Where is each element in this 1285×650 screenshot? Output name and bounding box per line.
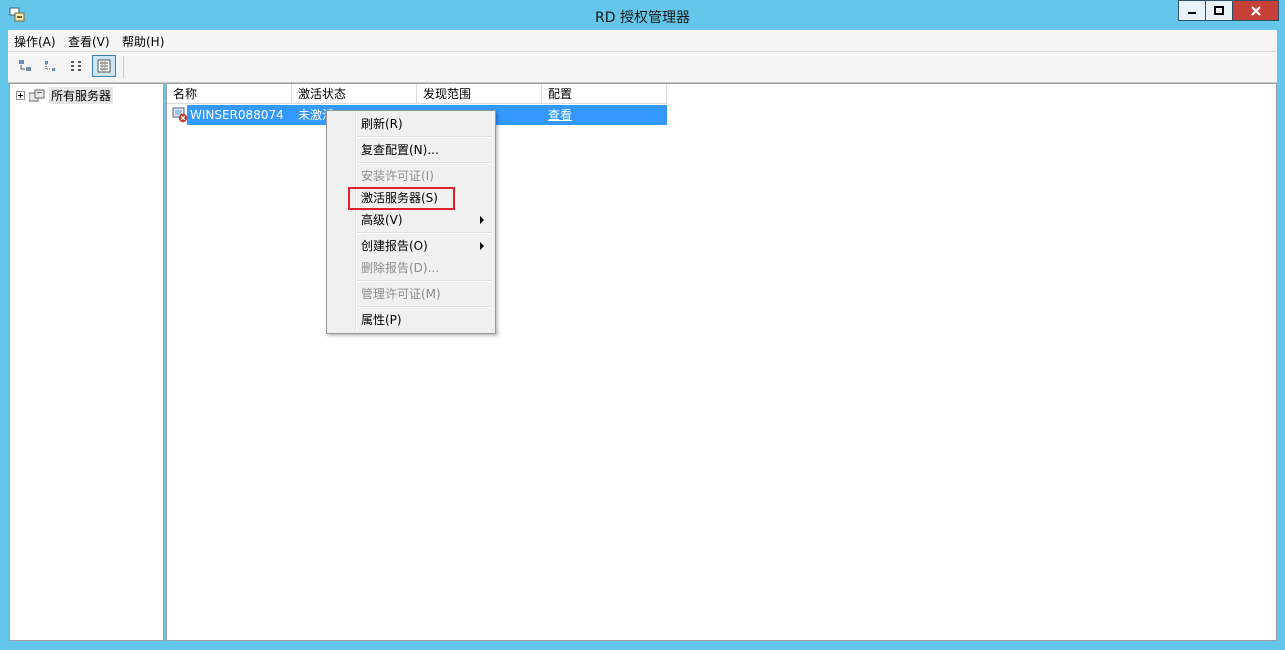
cell-server-name: WINSER088074 bbox=[190, 108, 284, 122]
menu-item-create-report[interactable]: 创建报告(O) bbox=[361, 236, 428, 256]
menu-bar: 操作(A) 查看(V) 帮助(H) bbox=[8, 30, 1277, 52]
small-icons-view-button[interactable] bbox=[40, 55, 62, 77]
config-view-link[interactable]: 查看 bbox=[548, 105, 572, 125]
column-header-scope[interactable]: 发现范围 bbox=[417, 84, 542, 104]
large-icons-view-button[interactable] bbox=[14, 55, 36, 77]
server-error-icon bbox=[172, 107, 188, 123]
column-header-status[interactable]: 激活状态 bbox=[292, 84, 417, 104]
maximize-icon bbox=[1214, 5, 1224, 15]
menu-view[interactable]: 查看(V) bbox=[68, 33, 110, 50]
tree-pane: 所有服务器 bbox=[9, 83, 164, 641]
menu-separator bbox=[357, 232, 492, 234]
menu-help[interactable]: 帮助(H) bbox=[122, 33, 164, 50]
menu-action[interactable]: 操作(A) bbox=[14, 33, 56, 50]
close-icon bbox=[1250, 5, 1261, 16]
expand-icon[interactable] bbox=[16, 91, 25, 100]
menu-separator bbox=[357, 280, 492, 282]
window-title: RD 授权管理器 bbox=[595, 10, 690, 26]
menu-item-refresh[interactable]: 刷新(R) bbox=[361, 114, 403, 134]
maximize-button[interactable] bbox=[1206, 0, 1233, 21]
menu-separator bbox=[357, 162, 492, 164]
menu-item-advanced[interactable]: 高级(V) bbox=[361, 210, 403, 230]
minimize-icon bbox=[1188, 11, 1196, 14]
details-view-button[interactable] bbox=[92, 55, 116, 77]
menu-item-properties[interactable]: 属性(P) bbox=[361, 310, 402, 330]
submenu-arrow-icon bbox=[480, 216, 484, 224]
large-icons-view-icon bbox=[19, 60, 31, 71]
highlight-box bbox=[348, 187, 455, 210]
tree-item-all-servers[interactable]: 所有服务器 bbox=[16, 87, 114, 104]
small-icons-view-icon bbox=[45, 61, 55, 71]
context-menu-gutter bbox=[355, 113, 357, 331]
minimize-button[interactable] bbox=[1178, 0, 1206, 21]
list-view-icon bbox=[71, 61, 81, 71]
menu-separator bbox=[357, 136, 492, 138]
server-group-icon bbox=[29, 89, 45, 101]
close-button[interactable] bbox=[1233, 0, 1279, 21]
menu-item-manage-licenses[interactable]: 管理许可证(M) bbox=[361, 284, 441, 304]
title-bar: RD 授权管理器 bbox=[0, 0, 1285, 30]
menu-item-delete-report[interactable]: 删除报告(D)... bbox=[361, 258, 439, 278]
menu-item-install-licenses[interactable]: 安装许可证(I) bbox=[361, 166, 434, 186]
toolbar bbox=[8, 52, 1277, 83]
menu-item-review-config[interactable]: 复查配置(N)... bbox=[361, 140, 439, 160]
submenu-arrow-icon bbox=[480, 242, 484, 250]
column-header-config[interactable]: 配置 bbox=[542, 84, 667, 104]
column-header-name[interactable]: 名称 bbox=[167, 84, 292, 104]
toolbar-separator bbox=[123, 56, 124, 78]
context-menu: 刷新(R) 复查配置(N)... 安装许可证(I) 激活服务器(S) 高级(V)… bbox=[326, 110, 496, 334]
tree-item-label: 所有服务器 bbox=[49, 87, 114, 104]
menu-separator bbox=[357, 306, 492, 308]
list-view-button[interactable] bbox=[66, 55, 88, 77]
details-view-icon bbox=[97, 59, 111, 73]
